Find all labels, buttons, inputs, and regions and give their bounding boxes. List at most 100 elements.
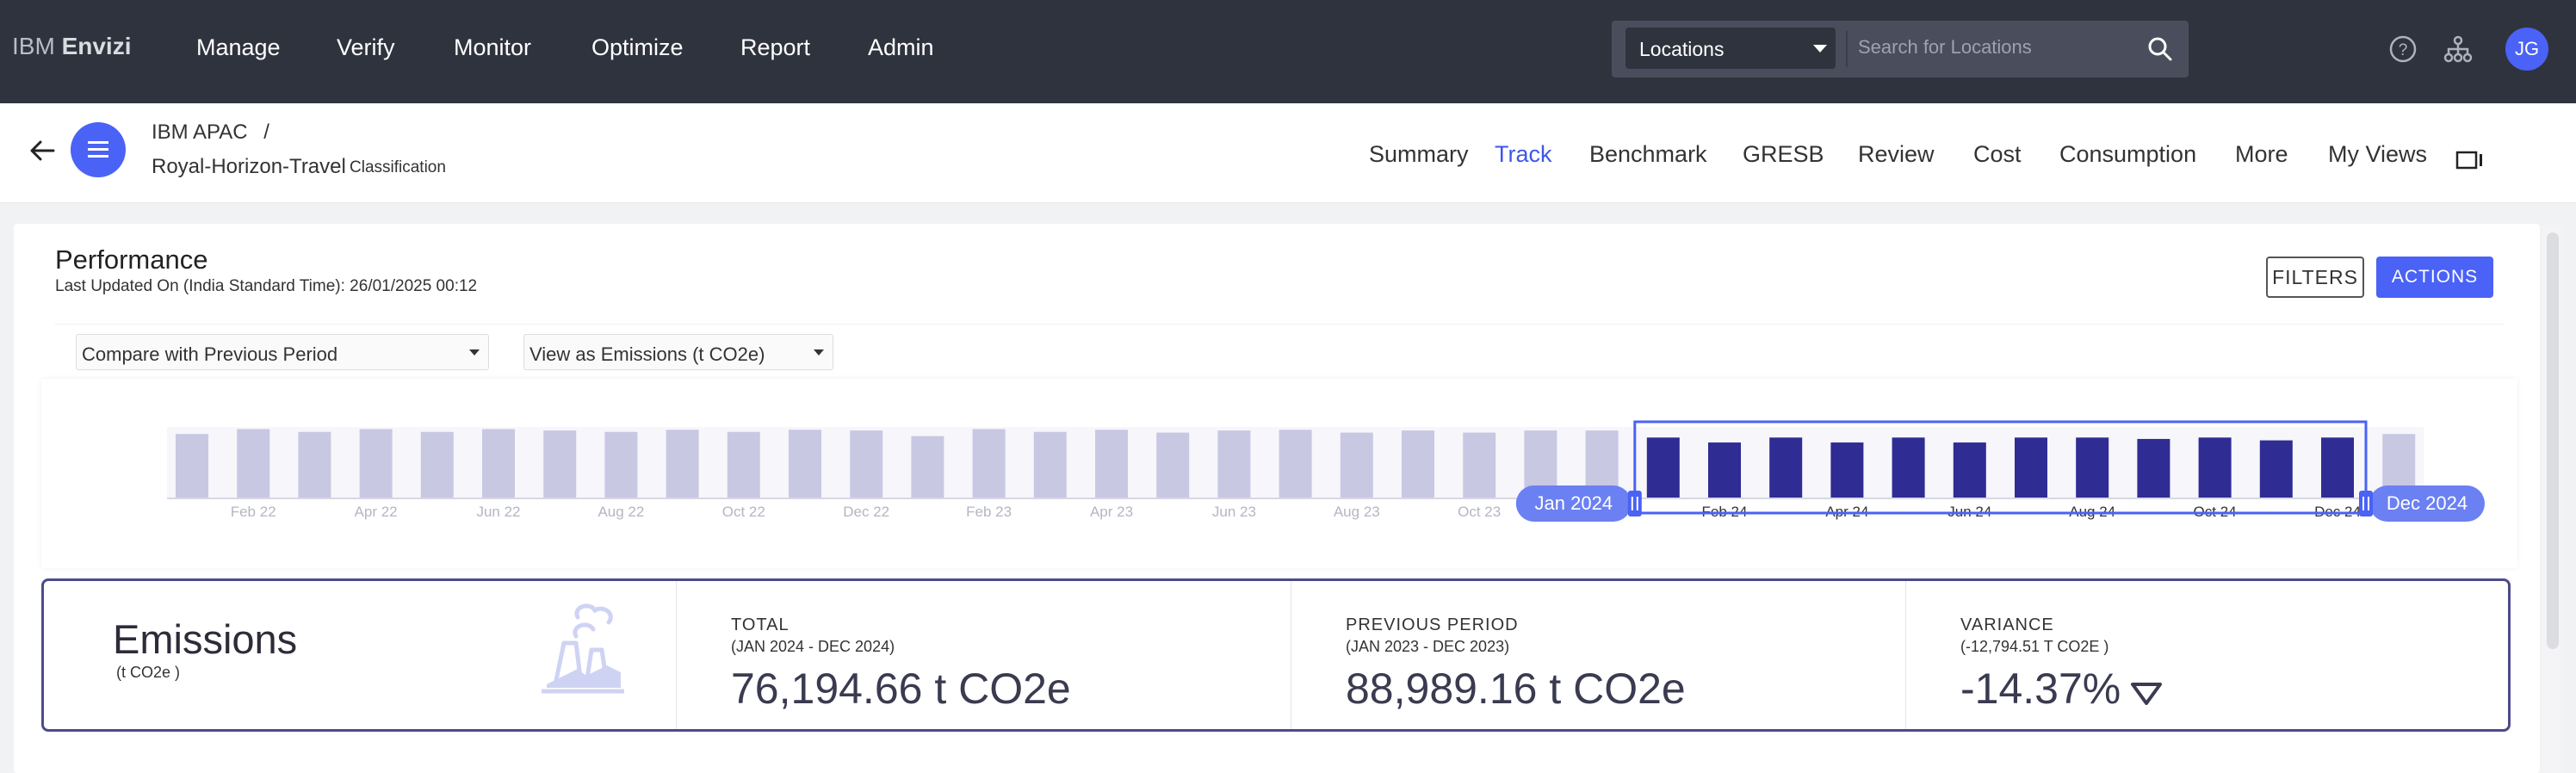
- svg-text:?: ?: [2399, 41, 2408, 59]
- chart-bar[interactable]: [1892, 437, 1925, 498]
- breadcrumb-parent[interactable]: IBM APAC /: [152, 121, 269, 145]
- tab-cost[interactable]: Cost: [1973, 141, 2022, 168]
- page-scrollbar[interactable]: [2542, 226, 2564, 773]
- tab-more[interactable]: More: [2235, 141, 2288, 168]
- location-header: IBM APAC / Royal-Horizon-Travel Classifi…: [0, 103, 2576, 203]
- previous-period-value: 88,989.16 t CO2e: [1346, 665, 1686, 713]
- tab-my-views[interactable]: My Views: [2328, 141, 2427, 168]
- chart-bar[interactable]: [298, 431, 331, 498]
- help-icon[interactable]: ?: [2388, 34, 2418, 64]
- chart-bar[interactable]: [1095, 430, 1128, 498]
- chart-bar[interactable]: [1769, 437, 1803, 498]
- search-icon[interactable]: [2147, 36, 2173, 62]
- nav-admin[interactable]: Admin: [868, 34, 934, 61]
- chart-bar[interactable]: [2137, 438, 2170, 498]
- tab-review[interactable]: Review: [1858, 141, 1935, 168]
- chart-bar[interactable]: [2198, 437, 2232, 498]
- performance-card: Performance Last Updated On (India Stand…: [14, 224, 2540, 773]
- brand-logo[interactable]: IBM Envizi: [12, 33, 131, 60]
- tab-track[interactable]: Track: [1495, 141, 1552, 168]
- range-start-label: Jan 2024: [1535, 492, 1613, 514]
- chart-tick-label: Oct 22: [722, 504, 765, 520]
- timeline-chart-area: Feb 22 Apr 22 Jun 22 Aug 22 Oct 22 Dec 22 Feb …: [41, 379, 2517, 568]
- filters-button[interactable]: FILTERS: [2266, 257, 2364, 298]
- chart-bar[interactable]: [1646, 437, 1680, 498]
- tab-benchmark[interactable]: Benchmark: [1589, 141, 1707, 168]
- menu-button[interactable]: [71, 122, 126, 177]
- tab-gresb[interactable]: GRESB: [1743, 141, 1824, 168]
- header-divider: [55, 324, 2504, 325]
- timeline-bar-chart[interactable]: Feb 22 Apr 22 Jun 22 Aug 22 Oct 22 Dec 22 Feb …: [41, 379, 2517, 568]
- factory-emissions-icon: [542, 603, 624, 694]
- range-end-handle-grip[interactable]: [2359, 491, 2373, 516]
- chart-bar[interactable]: [1708, 442, 1741, 498]
- view-as-select[interactable]: View as Emissions (t CO2e): [523, 334, 833, 370]
- present-view-icon[interactable]: [2455, 150, 2485, 170]
- breadcrumb-parent-label: IBM APAC: [152, 121, 248, 144]
- chart-bar[interactable]: [1217, 430, 1251, 498]
- actions-button[interactable]: ACTIONS: [2376, 257, 2493, 298]
- chart-bar[interactable]: [789, 430, 821, 498]
- chart-tick-label: Feb 22: [231, 504, 276, 520]
- hierarchy-icon[interactable]: [2443, 34, 2473, 64]
- chart-bar[interactable]: [1340, 432, 1373, 498]
- nav-manage[interactable]: Manage: [196, 34, 281, 61]
- nav-monitor[interactable]: Monitor: [454, 34, 531, 61]
- chart-bar[interactable]: [1279, 430, 1312, 498]
- chart-bar[interactable]: [911, 436, 944, 498]
- range-start-handle-grip[interactable]: [1627, 491, 1642, 516]
- chart-bar[interactable]: [666, 430, 699, 498]
- tab-summary[interactable]: Summary: [1369, 141, 1469, 168]
- chevron-down-icon: [469, 349, 480, 356]
- chart-bar[interactable]: [482, 429, 515, 498]
- location-type-select[interactable]: Locations: [1625, 28, 1836, 69]
- total-value: 76,194.66 t CO2e: [731, 665, 1071, 713]
- nav-verify[interactable]: Verify: [337, 34, 395, 61]
- chart-bar[interactable]: [850, 430, 883, 498]
- scrollbar-thumb[interactable]: [2547, 232, 2559, 649]
- location-type-value: Locations: [1639, 38, 1725, 60]
- classification-tag[interactable]: Classification: [350, 158, 446, 177]
- chart-bar[interactable]: [2321, 437, 2354, 498]
- chart-bar[interactable]: [1156, 432, 1190, 498]
- chart-bar[interactable]: [1830, 442, 1864, 498]
- chart-bar[interactable]: [2015, 437, 2047, 498]
- previous-period-label: PREVIOUS PERIOD: [1346, 615, 1519, 634]
- chart-tick-label: Jun 22: [476, 504, 520, 520]
- hamburger-icon: [88, 141, 108, 158]
- chart-bar[interactable]: [359, 429, 393, 498]
- chart-bar[interactable]: [1033, 431, 1067, 498]
- compare-period-select[interactable]: Compare with Previous Period: [76, 334, 489, 370]
- chart-bar[interactable]: [237, 429, 270, 498]
- chart-bar[interactable]: [1402, 430, 1434, 498]
- tab-consumption[interactable]: Consumption: [2059, 141, 2196, 168]
- nav-report[interactable]: Report: [740, 34, 810, 61]
- search-divider: [1846, 31, 1848, 67]
- back-arrow-icon[interactable]: [28, 136, 57, 165]
- chart-bar[interactable]: [604, 431, 638, 498]
- user-avatar[interactable]: JG: [2505, 28, 2548, 71]
- chart-bar[interactable]: [2076, 437, 2109, 498]
- previous-period-range: (JAN 2023 - DEC 2023): [1346, 638, 1510, 655]
- range-end-label: Dec 2024: [2387, 492, 2468, 514]
- chart-bar[interactable]: [1953, 442, 1986, 498]
- chart-bar[interactable]: [543, 430, 577, 498]
- variance-value: -14.37%: [1960, 665, 2121, 713]
- compare-period-value: Compare with Previous Period: [82, 343, 338, 365]
- breadcrumb-separator: /: [263, 121, 269, 144]
- chart-bar[interactable]: [727, 431, 760, 498]
- kpi-separator: [1905, 581, 1906, 729]
- nav-optimize[interactable]: Optimize: [591, 34, 684, 61]
- chart-bar[interactable]: [2259, 440, 2293, 498]
- kpi-title: Emissions: [113, 616, 298, 662]
- location-search-input[interactable]: Search for Locations: [1858, 36, 2133, 64]
- chart-bar[interactable]: [1463, 432, 1496, 498]
- chart-bar[interactable]: [420, 431, 454, 498]
- chart-bar[interactable]: [176, 434, 208, 498]
- total-range: (JAN 2024 - DEC 2024): [731, 638, 895, 655]
- chevron-down-icon: [814, 349, 824, 356]
- chart-bar[interactable]: [972, 429, 1006, 498]
- view-as-value: View as Emissions (t CO2e): [529, 343, 765, 365]
- breadcrumb-current: Royal-Horizon-Travel: [152, 155, 346, 178]
- chevron-down-icon: [1813, 45, 1827, 53]
